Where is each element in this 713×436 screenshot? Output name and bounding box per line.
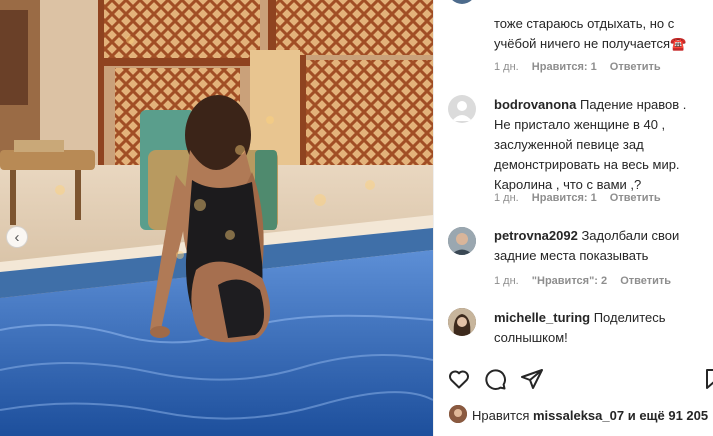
comment-body: michelle_turing Поделитесь солнышком! bbox=[494, 308, 704, 348]
comment-body: bodrovanona Падение нравов . Не пристало… bbox=[494, 95, 704, 195]
bookmark-icon[interactable] bbox=[702, 367, 713, 391]
comment-time[interactable]: 1 дн. bbox=[494, 192, 519, 204]
comment-time[interactable]: 1 дн. bbox=[494, 61, 519, 73]
comment-reply-button[interactable]: Ответить bbox=[610, 61, 661, 73]
comment-meta: 1 дн. Нравится: 1 Ответить bbox=[494, 61, 671, 73]
default-avatar-icon bbox=[452, 101, 472, 121]
comment-avatar[interactable] bbox=[448, 227, 476, 255]
comment-username[interactable]: bodrovanona bbox=[494, 97, 576, 112]
comment-body: petrovna2092 Задолбали свои задние места… bbox=[494, 226, 704, 266]
comment-like-count[interactable]: Нравится: 1 bbox=[532, 192, 597, 204]
comment-text: тоже стараюсь отдыхать, но с учёбой ниче… bbox=[494, 16, 687, 51]
likes-summary: Нравится missaleksa_07 и ещё 91 205 bbox=[472, 408, 708, 423]
user-photo-icon bbox=[449, 405, 467, 423]
likes-prefix: Нравится bbox=[472, 408, 530, 423]
comment-like-count[interactable]: "Нравится": 2 bbox=[532, 275, 607, 287]
likes-count[interactable]: и ещё 91 205 bbox=[628, 408, 708, 423]
comment-reply-button[interactable]: Ответить bbox=[610, 192, 661, 204]
likes-user-link[interactable]: missaleksa_07 bbox=[533, 408, 624, 423]
comment-meta: 1 дн. Нравится: 1 Ответить bbox=[494, 192, 671, 204]
heart-icon[interactable] bbox=[447, 367, 471, 391]
liker-avatar[interactable] bbox=[449, 405, 467, 423]
post-image[interactable]: ‹ bbox=[0, 0, 433, 436]
comment-avatar[interactable] bbox=[448, 308, 476, 336]
carousel-prev-button[interactable]: ‹ bbox=[6, 226, 28, 248]
comment-time[interactable]: 1 дн. bbox=[494, 275, 519, 287]
send-icon[interactable] bbox=[520, 367, 544, 391]
comment-reply-button[interactable]: Ответить bbox=[620, 275, 671, 287]
comment-icon[interactable] bbox=[483, 367, 507, 391]
comment-meta: 1 дн. "Нравится": 2 Ответить bbox=[494, 275, 681, 287]
comment-avatar[interactable] bbox=[448, 95, 476, 123]
user-photo-icon bbox=[448, 308, 476, 336]
comment-like-count[interactable]: Нравится: 1 bbox=[532, 61, 597, 73]
comment-username[interactable]: michelle_turing bbox=[494, 310, 590, 325]
user-photo-icon bbox=[448, 227, 476, 255]
comment-username[interactable]: petrovna2092 bbox=[494, 228, 578, 243]
